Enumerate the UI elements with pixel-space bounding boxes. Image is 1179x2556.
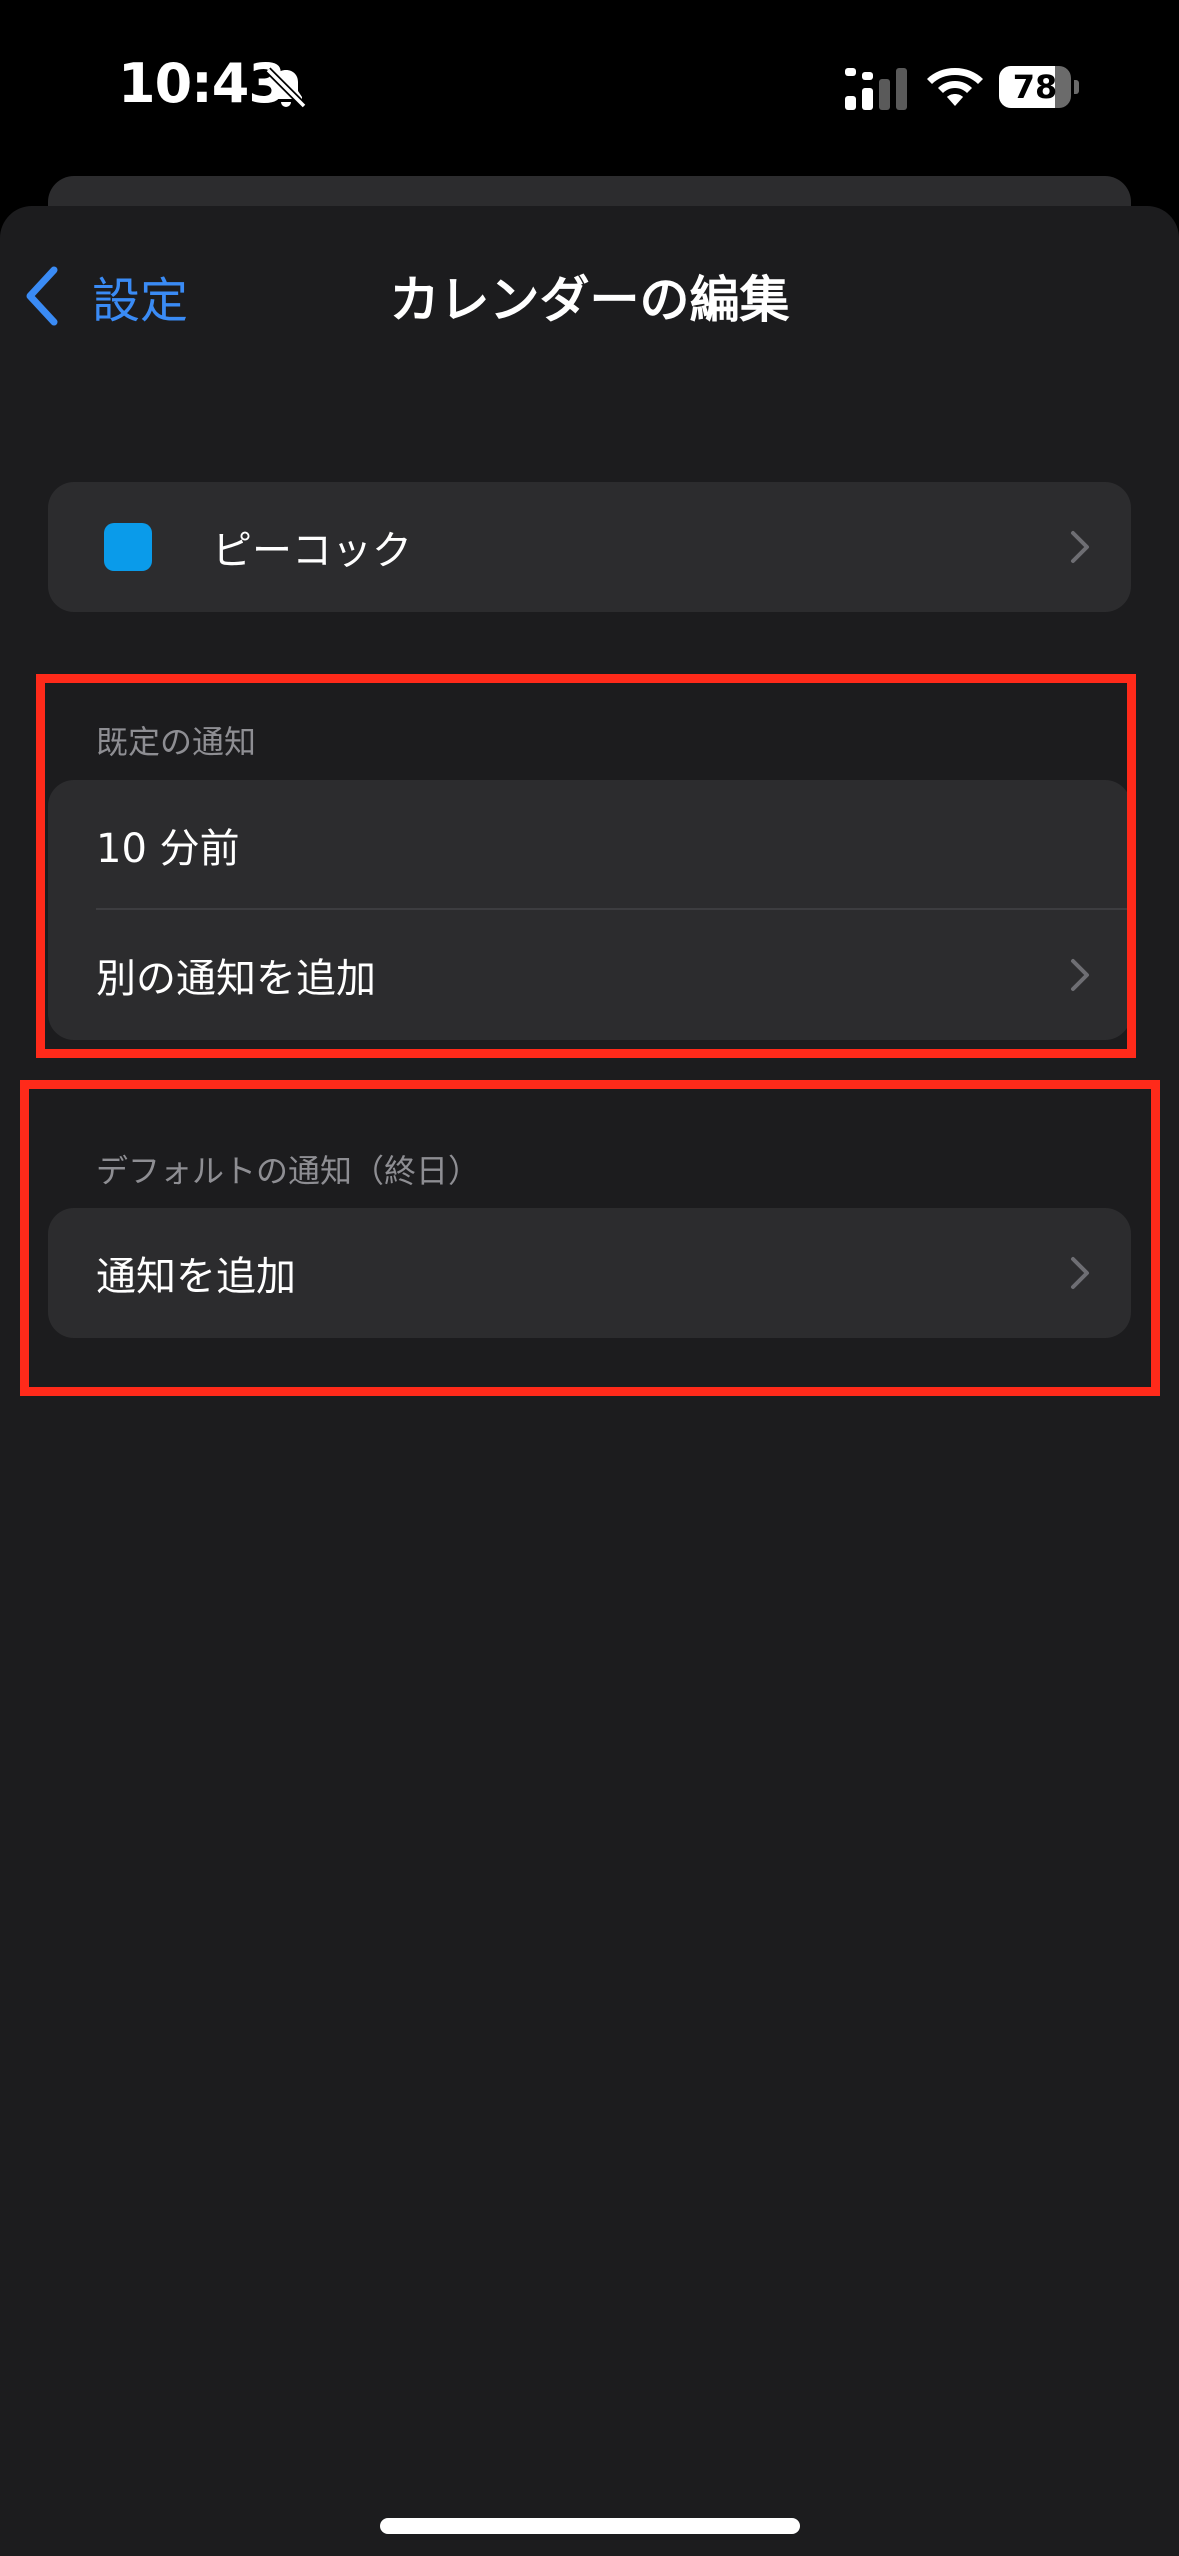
- signal-icon: [845, 68, 907, 110]
- calendar-name: ピーコック: [212, 528, 412, 574]
- chevron-right-icon: [1071, 531, 1089, 563]
- highlight-box-default-alerts: [36, 674, 1136, 1058]
- status-bar: 10:43 78: [0, 0, 1179, 175]
- status-time: 10:43: [118, 52, 286, 115]
- wifi-icon: [927, 68, 983, 106]
- battery-tip: [1074, 80, 1079, 94]
- battery-body: 78: [999, 66, 1071, 108]
- calendar-color-swatch: [104, 523, 152, 571]
- calendar-group: ピーコック: [48, 482, 1131, 612]
- page-title: カレンダーの編集: [389, 271, 790, 329]
- battery-indicator: 78: [999, 66, 1079, 108]
- highlight-box-all-day-alerts: [20, 1080, 1160, 1396]
- screen: 10:43 78 設定 カレンダーの編集 ピーコック 既定の通知 10 分前 別…: [0, 0, 1179, 2556]
- battery-level: 78: [1012, 68, 1058, 106]
- calendar-color-row[interactable]: ピーコック: [48, 482, 1131, 612]
- home-indicator[interactable]: [380, 2518, 800, 2534]
- bell-off-icon: [265, 67, 307, 109]
